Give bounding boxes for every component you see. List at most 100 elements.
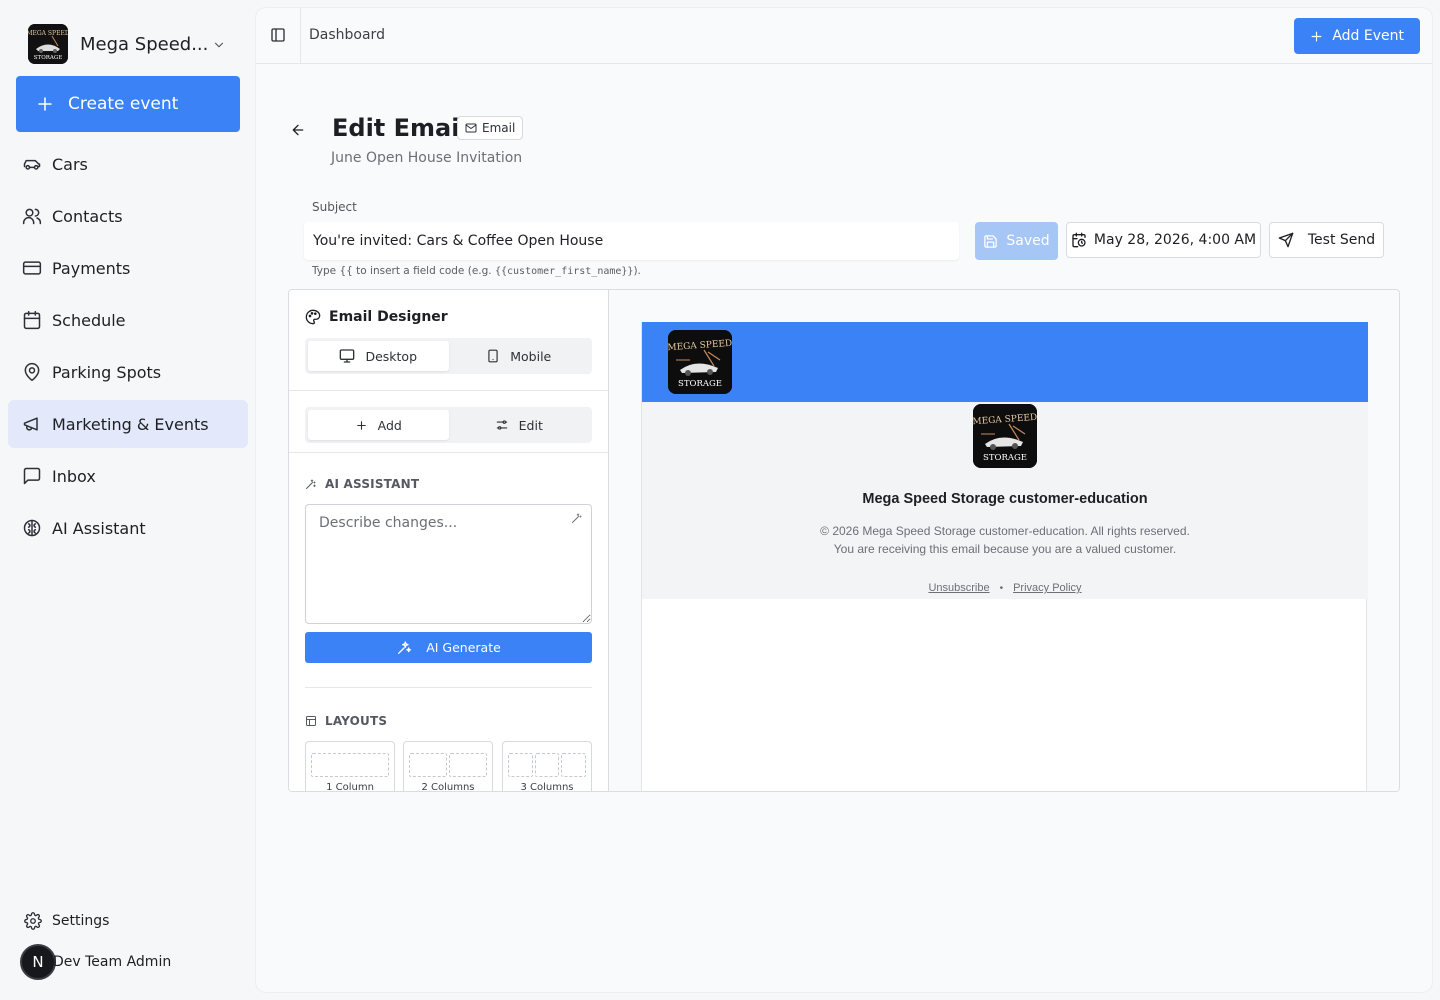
sidebar-item-label: Cars — [52, 154, 88, 174]
ai-heading-label: AI ASSISTANT — [325, 477, 420, 491]
gear-icon — [24, 912, 42, 930]
sidebar-item-label: Marketing & Events — [52, 414, 209, 434]
layout-icon — [305, 715, 325, 727]
main-content: Dashboard Add Event Edit Email Email Jun… — [256, 8, 1432, 992]
svg-text:STORAGE: STORAGE — [678, 379, 722, 389]
layout-label: 2 Columns — [421, 782, 475, 791]
schedule-date-button[interactable]: May 28, 2026, 4:00 AM — [1066, 222, 1261, 258]
mail-icon — [465, 122, 482, 134]
users-icon — [22, 206, 42, 226]
email-header-block[interactable]: MEGA SPEED STORAGE — [642, 322, 1368, 402]
footer-links: Unsubscribe • Privacy Policy — [642, 582, 1368, 594]
view-mode-label: Desktop — [365, 348, 418, 364]
designer-title-label: Email Designer — [329, 309, 448, 325]
sidebar-item-label: Payments — [52, 258, 131, 278]
header-logo: MEGA SPEED STORAGE — [668, 330, 732, 394]
ai-generate-label: AI Generate — [426, 640, 501, 655]
chevron-down-icon — [212, 38, 226, 52]
arrow-left-icon[interactable] — [290, 122, 306, 138]
saved-button[interactable]: Saved — [975, 222, 1058, 260]
ai-prompt-input[interactable] — [305, 504, 592, 624]
tab-edit[interactable]: Edit — [449, 410, 590, 440]
map-pin-icon — [22, 362, 42, 382]
sidebar-item-label: Schedule — [52, 310, 126, 330]
layout-label: 3 Columns — [520, 782, 574, 791]
sidebar-item-contacts[interactable]: Contacts — [8, 192, 248, 240]
designer-title: Email Designer — [305, 309, 448, 325]
plus-icon — [355, 419, 378, 432]
sidebar-item-payments[interactable]: Payments — [8, 244, 248, 292]
divider — [305, 687, 592, 688]
send-icon — [1278, 232, 1308, 248]
panel-tabs: Add Edit — [305, 407, 592, 443]
page-subtitle: June Open House Invitation — [331, 150, 523, 166]
tab-label: Edit — [518, 417, 543, 433]
layouts-heading-label: LAYOUTS — [325, 714, 388, 728]
sidebar-item-inbox[interactable]: Inbox — [8, 452, 248, 500]
layout-2-columns[interactable]: 2 Columns — [403, 741, 493, 791]
sidebar-item-label: Contacts — [52, 206, 123, 226]
svg-text:STORAGE: STORAGE — [34, 55, 62, 61]
sidebar-item-parking-spots[interactable]: Parking Spots — [8, 348, 248, 396]
footer-notice-line: You are receiving this email because you… — [833, 542, 1177, 556]
megaphone-icon — [22, 414, 42, 434]
sidebar-item-label: Inbox — [52, 466, 96, 486]
hint-text-end: ). — [633, 265, 641, 277]
hint-text: Type {{ to insert a field code (e.g. — [312, 265, 495, 277]
org-switcher[interactable]: MEGA SPEED STORAGE Mega Speed... — [28, 24, 238, 64]
layout-1-column[interactable]: 1 Column — [305, 741, 395, 791]
saved-label: Saved — [1006, 233, 1050, 249]
sidebar-item-ai-assistant[interactable]: AI Assistant — [8, 504, 248, 552]
link-separator: • — [999, 582, 1004, 594]
sidebar-toggle-icon[interactable] — [270, 27, 286, 43]
message-square-icon — [22, 466, 42, 486]
subject-input[interactable] — [304, 222, 959, 260]
divider — [289, 390, 608, 391]
layout-preview — [409, 753, 487, 777]
sidebar-item-marketing-events[interactable]: Marketing & Events — [8, 400, 248, 448]
email-footer-block[interactable]: MEGA SPEED STORAGE Mega Speed Storage cu… — [642, 402, 1368, 599]
sidebar-item-label: Parking Spots — [52, 362, 162, 382]
user-name: Dev Team Admin — [53, 954, 172, 970]
badge-label: Email — [482, 121, 516, 135]
layouts-heading: LAYOUTS — [305, 714, 387, 728]
sidebar-item-label: AI Assistant — [52, 518, 146, 538]
wand-icon — [305, 478, 325, 490]
breadcrumb[interactable]: Dashboard — [309, 27, 385, 43]
add-event-button[interactable]: Add Event — [1294, 18, 1420, 54]
calendar-icon — [22, 310, 42, 330]
avatar[interactable]: N — [20, 944, 56, 980]
sidebar-item-cars[interactable]: Cars — [8, 140, 248, 188]
palette-icon — [305, 309, 329, 325]
tab-add[interactable]: Add — [308, 410, 449, 440]
sparkles-icon — [396, 640, 426, 656]
layout-3-columns[interactable]: 3 Columns — [502, 741, 592, 791]
test-send-label: Test Send — [1307, 232, 1376, 248]
settings-link[interactable]: Settings — [24, 912, 109, 930]
unsubscribe-link[interactable]: Unsubscribe — [928, 582, 989, 594]
svg-text:STORAGE: STORAGE — [983, 453, 1027, 463]
view-mode-mobile[interactable]: Mobile — [449, 341, 590, 371]
email-preview: MEGA SPEED STORAGE MEGA SPEED STORAGE Me… — [641, 322, 1368, 791]
add-event-label: Add Event — [1332, 28, 1404, 44]
smartphone-icon — [486, 348, 510, 364]
tab-label: Add — [377, 417, 402, 433]
org-name: Mega Speed... — [80, 33, 209, 55]
ai-generate-button[interactable]: AI Generate — [305, 632, 592, 663]
create-event-button[interactable]: Create event — [16, 76, 240, 132]
schedule-date-label: May 28, 2026, 4:00 AM — [1093, 232, 1257, 248]
sidebar-nav: Cars Contacts Payments Schedule Parking … — [8, 140, 248, 556]
svg-text:MEGA SPEED: MEGA SPEED — [28, 30, 68, 37]
divider — [289, 452, 608, 453]
wand-icon — [571, 512, 583, 524]
view-mode-desktop[interactable]: Desktop — [308, 341, 449, 371]
test-send-button[interactable]: Test Send — [1269, 222, 1384, 258]
create-event-label: Create event — [68, 94, 179, 114]
sidebar-item-schedule[interactable]: Schedule — [8, 296, 248, 344]
footer-copyright: © 2026 Mega Speed Storage customer-educa… — [642, 522, 1368, 558]
sidebar: MEGA SPEED STORAGE Mega Speed... Create … — [0, 0, 256, 1000]
sliders-icon — [495, 418, 519, 432]
privacy-policy-link[interactable]: Privacy Policy — [1013, 582, 1081, 594]
settings-label: Settings — [52, 913, 110, 929]
plus-icon — [1310, 30, 1323, 43]
